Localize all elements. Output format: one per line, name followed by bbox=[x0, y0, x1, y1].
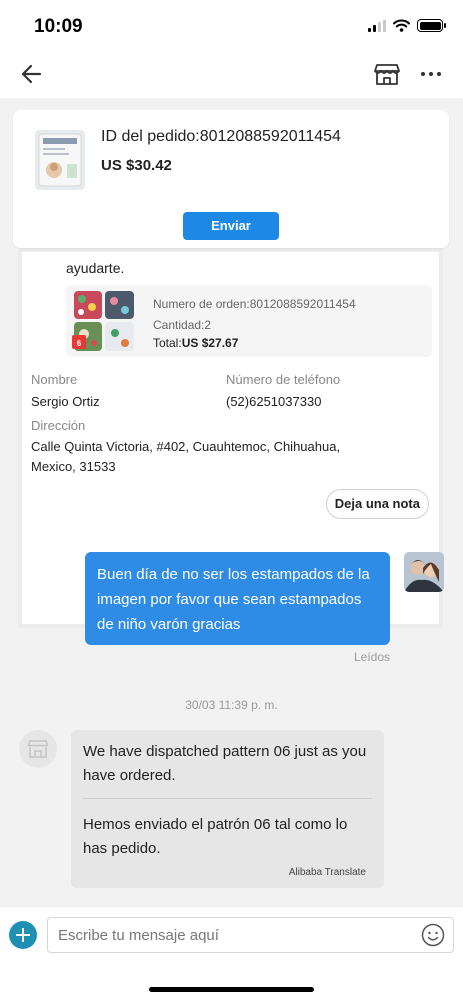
emoji-icon[interactable] bbox=[421, 923, 445, 947]
user-avatar bbox=[404, 552, 444, 592]
name-value: Sergio Ortiz bbox=[31, 394, 100, 409]
order-price: US $30.42 bbox=[101, 157, 172, 174]
message-input-bar bbox=[0, 906, 463, 1000]
order-quantity: Cantidad:2 bbox=[153, 318, 212, 332]
incoming-original-text: We have dispatched pattern 06 just as yo… bbox=[83, 740, 372, 799]
order-total-value: US $27.67 bbox=[181, 336, 239, 350]
product-image bbox=[35, 130, 85, 190]
address-label: Dirección bbox=[31, 418, 86, 433]
product-thumbnail: 6 bbox=[72, 289, 136, 353]
phone-label: Número de teléfono bbox=[226, 372, 341, 387]
read-status: Leídos bbox=[353, 650, 390, 664]
status-icons bbox=[368, 19, 446, 32]
message-input[interactable] bbox=[47, 917, 454, 953]
order-product-summary[interactable]: 6 Numero de orden:8012088592011454 Canti… bbox=[66, 285, 432, 357]
order-id: ID del pedido:8012088592011454 bbox=[101, 128, 341, 145]
seller-avatar bbox=[19, 730, 57, 768]
wifi-icon bbox=[393, 19, 410, 32]
name-label: Nombre bbox=[31, 372, 78, 387]
order-intro-text: ayudarte. bbox=[66, 260, 125, 276]
back-arrow-icon[interactable] bbox=[18, 60, 46, 88]
store-icon bbox=[27, 740, 49, 758]
address-line-2: Mexico, 31533 bbox=[31, 459, 116, 474]
address-line-1: Calle Quinta Victoria, #402, Cuauhtemoc,… bbox=[31, 439, 341, 454]
plus-icon[interactable] bbox=[9, 921, 37, 949]
store-icon[interactable] bbox=[373, 60, 401, 88]
message-timestamp: 30/03 11:39 p. m. bbox=[185, 698, 278, 712]
order-total: Total:US $27.67 bbox=[153, 336, 238, 350]
sticky-order-card[interactable]: ID del pedido:8012088592011454 US $30.42… bbox=[13, 110, 449, 248]
incoming-message-bubble[interactable]: We have dispatched pattern 06 just as yo… bbox=[71, 730, 384, 888]
more-icon[interactable] bbox=[419, 60, 443, 88]
order-total-label: Total: bbox=[153, 336, 182, 350]
nav-bar bbox=[0, 52, 463, 98]
battery-icon bbox=[417, 19, 446, 32]
outgoing-message-bubble[interactable]: Buen día de no ser los estampados de la … bbox=[85, 552, 390, 645]
leave-note-button[interactable]: Deja una nota bbox=[325, 489, 429, 519]
status-bar: 10:09 bbox=[0, 0, 463, 52]
chat-area[interactable]: ayudarte. 6 Numero de orden:801208859201… bbox=[0, 98, 463, 906]
status-time: 10:09 bbox=[34, 16, 83, 37]
signal-icon bbox=[368, 19, 386, 32]
phone-value: (52)6251037330 bbox=[226, 394, 322, 409]
order-number: Numero de orden:8012088592011454 bbox=[153, 297, 356, 311]
send-order-button[interactable]: Enviar bbox=[183, 212, 279, 240]
home-indicator bbox=[149, 987, 314, 992]
svg-text:6: 6 bbox=[77, 339, 82, 348]
translate-credit: Alibaba Translate bbox=[288, 867, 366, 878]
incoming-translated-text: Hemos enviado el patrón 06 tal como lo h… bbox=[83, 816, 348, 857]
